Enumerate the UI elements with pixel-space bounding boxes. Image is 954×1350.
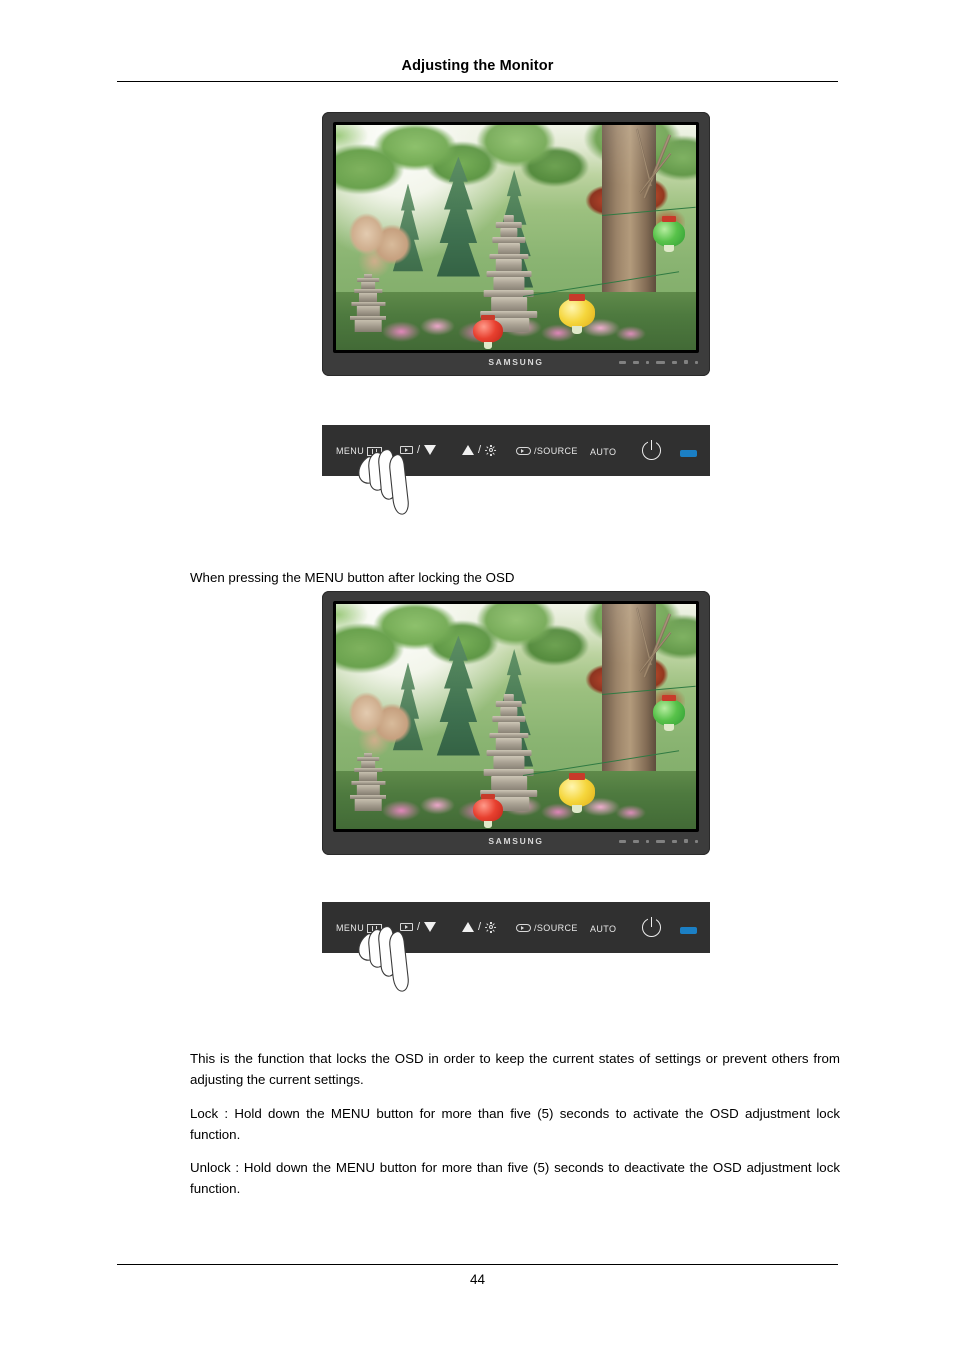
bezel-menu-marking	[619, 839, 626, 843]
paper-lantern-yellow	[559, 294, 596, 335]
menu-button[interactable]: MENU	[336, 446, 383, 456]
up-brightness-button[interactable]: /	[462, 921, 497, 933]
monitor-bezel-bottom: SAMSUNG	[322, 832, 710, 855]
paper-lantern-green	[652, 215, 686, 253]
triangle-up-icon	[462, 445, 474, 455]
stone-pagoda-small	[350, 273, 387, 333]
page-header-title: Adjusting the Monitor	[401, 58, 554, 74]
bezel-button-markings	[619, 839, 698, 843]
bezel-source-marking	[656, 839, 665, 843]
control-bar-figure-unlocked: MENU / / /SOURCE AUTO	[322, 425, 710, 521]
auto-button[interactable]: AUTO	[590, 447, 616, 457]
enter-icon	[516, 923, 531, 933]
led-icon	[680, 450, 697, 457]
monitor-illustration-locked: SAMSUNG	[322, 591, 710, 855]
screen-frame	[333, 601, 699, 832]
enter-icon	[516, 446, 531, 456]
enter-icon	[400, 922, 413, 932]
bezel-auto-marking	[672, 839, 677, 843]
source-button[interactable]: /SOURCE	[516, 446, 578, 456]
menu-button-label: MENU	[336, 923, 365, 933]
bezel-power-marking	[684, 360, 688, 364]
paper-lantern-red	[472, 315, 504, 349]
paper-lantern-red	[472, 794, 504, 828]
brightness-icon	[485, 444, 497, 456]
bezel-menu-marking	[619, 360, 626, 364]
source-button-label: /SOURCE	[534, 923, 578, 933]
bezel-down-marking	[633, 360, 639, 364]
body-paragraph-description: This is the function that locks the OSD …	[190, 1051, 840, 1087]
button-separator: /	[417, 444, 421, 456]
auto-button-label: AUTO	[590, 447, 617, 457]
enter-down-button[interactable]: /	[400, 444, 437, 456]
monitor-screen-image	[336, 604, 696, 829]
menu-icon	[367, 446, 383, 456]
bezel-up-marking	[646, 360, 649, 364]
body-paragraph-lock: Lock : Hold down the MENU button for mor…	[190, 1106, 840, 1142]
triangle-down-icon	[424, 445, 437, 455]
auto-button-label: AUTO	[590, 924, 617, 934]
monitor-bezel-bottom: SAMSUNG	[322, 353, 710, 376]
button-separator: /	[417, 921, 421, 933]
header-divider	[117, 81, 838, 82]
bezel-power-marking	[684, 839, 688, 843]
page-number: 44	[469, 1272, 486, 1287]
button-separator: /	[478, 444, 482, 456]
menu-icon	[367, 923, 383, 933]
manual-page: Adjusting the Monitor SAMSUNG MENU / / /…	[0, 0, 954, 1350]
triangle-down-icon	[424, 922, 437, 932]
power-led-indicator	[680, 927, 697, 934]
source-button-label: /SOURCE	[534, 446, 578, 456]
power-icon	[642, 439, 661, 460]
menu-button[interactable]: MENU	[336, 923, 383, 933]
power-led-indicator	[680, 450, 697, 457]
menu-button-label: MENU	[336, 446, 365, 456]
triangle-up-icon	[462, 922, 474, 932]
brightness-icon	[485, 921, 497, 933]
footer-divider	[117, 1264, 838, 1265]
bezel-source-marking	[656, 360, 665, 364]
paper-lantern-yellow	[559, 773, 596, 814]
led-icon	[680, 927, 697, 934]
bezel-led-marking	[695, 360, 698, 364]
stone-pagoda-small	[350, 752, 387, 812]
monitor-control-bar: MENU / / /SOURCE AUTO	[322, 425, 710, 476]
monitor-screen-image	[336, 125, 696, 350]
bezel-up-marking	[646, 839, 649, 843]
power-button[interactable]	[642, 439, 661, 460]
paper-lantern-green	[652, 694, 686, 732]
monitor-control-bar: MENU / / /SOURCE AUTO	[322, 902, 710, 953]
enter-icon	[400, 445, 413, 455]
monitor-illustration-unlocked: SAMSUNG	[322, 112, 710, 376]
bezel-button-markings	[619, 360, 698, 364]
auto-button[interactable]: AUTO	[590, 924, 616, 934]
bezel-down-marking	[633, 839, 639, 843]
bezel-auto-marking	[672, 360, 677, 364]
button-separator: /	[478, 921, 482, 933]
power-icon	[642, 916, 661, 937]
body-paragraph-unlock: Unlock : Hold down the MENU button for m…	[190, 1160, 840, 1196]
section-caption: When pressing the MENU button after lock…	[190, 570, 515, 585]
enter-down-button[interactable]: /	[400, 921, 437, 933]
screen-frame	[333, 122, 699, 353]
up-brightness-button[interactable]: /	[462, 444, 497, 456]
power-button[interactable]	[642, 916, 661, 937]
source-button[interactable]: /SOURCE	[516, 923, 578, 933]
control-bar-figure-locked: MENU / / /SOURCE AUTO	[322, 902, 710, 998]
bezel-led-marking	[695, 839, 698, 843]
